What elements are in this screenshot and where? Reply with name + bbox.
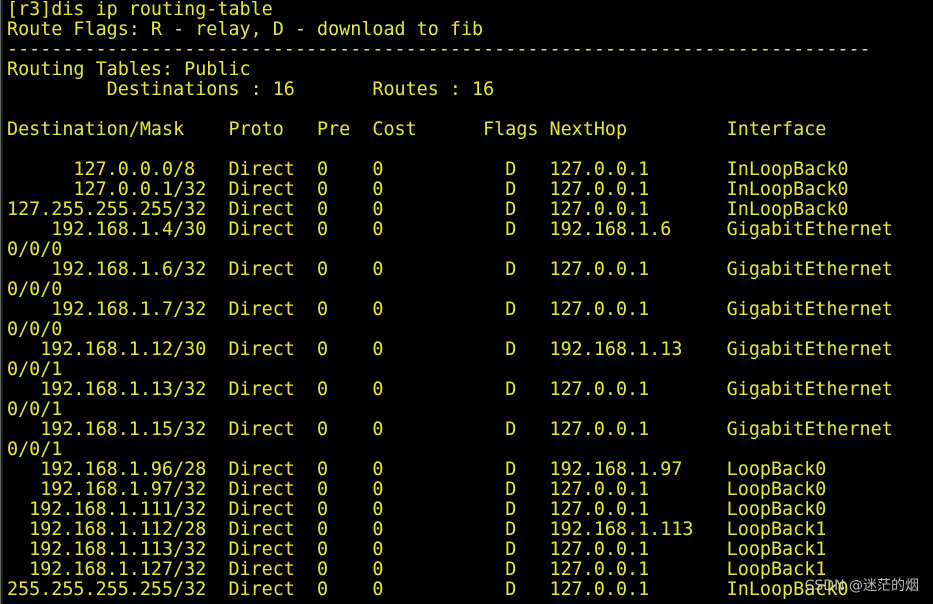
terminal-line: 127.0.0.0/8 Direct 0 0 D 127.0.0.1 InLoo… <box>7 159 849 180</box>
terminal-line: 192.168.1.112/28 Direct 0 0 D 192.168.1.… <box>7 519 827 540</box>
terminal-line: 192.168.1.13/32 Direct 0 0 D 127.0.0.1 G… <box>7 379 893 400</box>
terminal-line: 192.168.1.12/30 Direct 0 0 D 192.168.1.1… <box>7 339 893 360</box>
terminal-line: 192.168.1.96/28 Direct 0 0 D 192.168.1.9… <box>7 459 827 480</box>
terminal-line: Routing Tables: Public <box>7 59 251 80</box>
csdn-watermark: CSDN @迷茫的烟 <box>804 578 919 594</box>
terminal-line: 127.255.255.255/32 Direct 0 0 D 127.0.0.… <box>7 199 849 220</box>
terminal-line: 192.168.1.127/32 Direct 0 0 D 127.0.0.1 … <box>7 559 827 580</box>
terminal-line: [r3]dis ip routing-table <box>7 0 273 20</box>
terminal-output[interactable]: [r3]dis ip routing-table Route Flags: R -… <box>7 0 932 604</box>
terminal-line: 192.168.1.111/32 Direct 0 0 D 127.0.0.1 … <box>7 499 827 520</box>
terminal-line: 0/0/1 <box>7 399 63 420</box>
terminal-line: 192.168.1.97/32 Direct 0 0 D 127.0.0.1 L… <box>7 479 827 500</box>
terminal-line: 0/0/0 <box>7 239 63 260</box>
terminal-line: Destination/Mask Proto Pre Cost Flags Ne… <box>7 119 827 140</box>
terminal-line: Route Flags: R - relay, D - download to … <box>7 19 484 40</box>
terminal-line: 127.0.0.1/32 Direct 0 0 D 127.0.0.1 InLo… <box>7 179 849 200</box>
terminal-line: 192.168.1.6/32 Direct 0 0 D 127.0.0.1 Gi… <box>7 259 893 280</box>
terminal-line: 192.168.1.113/32 Direct 0 0 D 127.0.0.1 … <box>7 539 827 560</box>
terminal-line: 0/0/0 <box>7 279 63 300</box>
terminal-line: 192.168.1.15/32 Direct 0 0 D 127.0.0.1 G… <box>7 419 893 440</box>
terminal-line: 0/0/0 <box>7 319 63 340</box>
terminal-line: 192.168.1.4/30 Direct 0 0 D 192.168.1.6 … <box>7 219 893 240</box>
terminal-line: 255.255.255.255/32 Direct 0 0 D 127.0.0.… <box>7 579 849 600</box>
terminal-line: 0/0/1 <box>7 359 63 380</box>
terminal-line: 0/0/1 <box>7 439 63 460</box>
terminal-line: Destinations : 16 Routes : 16 <box>7 79 495 100</box>
window-left-border <box>1 0 3 604</box>
terminal-line: ----------------------------------------… <box>7 39 871 60</box>
terminal-line: 192.168.1.7/32 Direct 0 0 D 127.0.0.1 Gi… <box>7 299 893 320</box>
